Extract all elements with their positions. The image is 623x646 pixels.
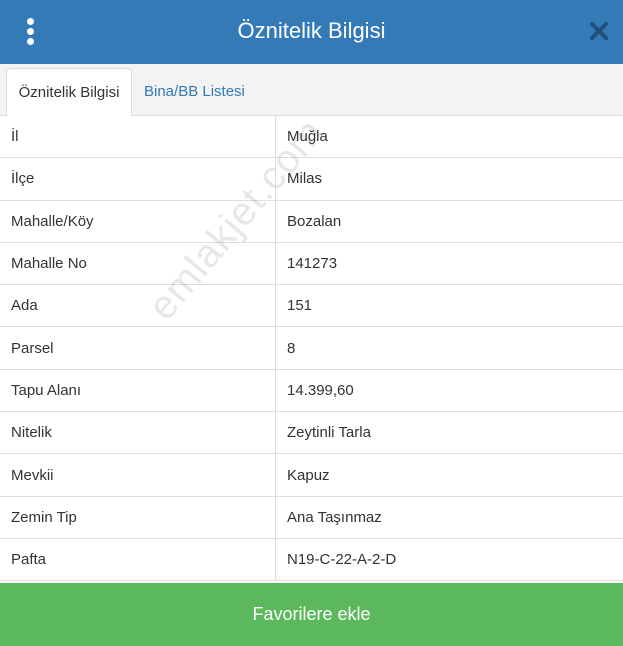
attribute-key: Tapu Alanı: [0, 369, 276, 412]
table-row: Pafta N19-C-22-A-2-D: [0, 538, 623, 582]
attribute-key: İlçe: [0, 158, 276, 200]
attribute-key: Mahalle/Köy: [0, 200, 276, 242]
panel-title: Öznitelik Bilgisi: [237, 18, 386, 43]
tab-attribute-info[interactable]: Öznitelik Bilgisi: [6, 68, 132, 117]
table-row: İlçe Milas: [0, 158, 623, 201]
vertical-ellipsis-icon[interactable]: [20, 18, 42, 46]
table-row: Tapu Alanı 14.399,60: [0, 369, 623, 413]
panel-header: Öznitelik Bilgisi: [0, 0, 623, 64]
tab-building-list[interactable]: Bina/BB Listesi: [134, 68, 255, 115]
attribute-value: 151: [287, 297, 313, 315]
attribute-value: N19-C-22-A-2-D: [287, 551, 397, 569]
attribute-key: Mahalle No: [0, 242, 276, 285]
table-row: Mevkii Kapuz: [0, 454, 623, 497]
table-row: Ada 151: [0, 285, 623, 328]
attribute-key: Nitelik: [0, 412, 276, 454]
attribute-value: 141273: [287, 255, 338, 273]
attribute-value: Bozalan: [287, 212, 342, 230]
table-row: Nitelik Zeytinli Tarla: [0, 412, 623, 455]
attribute-value: Ana Taşınmaz: [287, 508, 382, 526]
close-icon[interactable]: [589, 20, 609, 42]
attribute-key: Parsel: [0, 327, 276, 369]
attribute-value: 14.399,60: [287, 381, 354, 399]
attribute-value: Zeytinli Tarla: [287, 424, 371, 442]
attribute-key: İl: [0, 116, 276, 158]
attribute-key: Pafta: [0, 538, 276, 581]
attribute-table: İl Muğla İlçe Milas Mahalle/Köy Bozalan …: [0, 116, 623, 582]
table-row: Mahalle/Köy Bozalan: [0, 200, 623, 243]
attribute-key: Ada: [0, 285, 276, 327]
attribute-key: Zemin Tip: [0, 496, 276, 538]
attribute-key: Mevkii: [0, 454, 276, 496]
attribute-value: 8: [287, 339, 296, 357]
table-row: Parsel 8: [0, 327, 623, 370]
add-to-favorites-button[interactable]: Favorilere ekle: [0, 583, 623, 646]
table-row: Mahalle No 141273: [0, 242, 623, 286]
attribute-value: Muğla: [287, 128, 328, 146]
tab-bar: Öznitelik Bilgisi Bina/BB Listesi: [0, 64, 623, 117]
attribute-value: Milas: [287, 170, 323, 188]
table-row: İl Muğla: [0, 116, 623, 159]
attribute-value: Kapuz: [287, 466, 330, 484]
attribute-info-panel: Öznitelik Bilgisi Öznitelik Bilgisi Bina…: [0, 0, 623, 646]
table-row: Zemin Tip Ana Taşınmaz: [0, 496, 623, 539]
